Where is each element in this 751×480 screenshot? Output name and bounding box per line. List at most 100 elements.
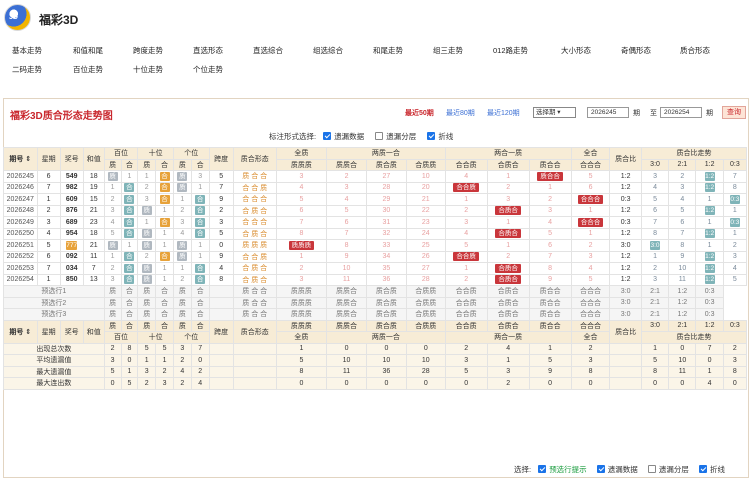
- nav-item[interactable]: 和尾走势: [373, 45, 403, 56]
- span-cell: 9: [208, 193, 234, 206]
- miss-cell: 1: [486, 170, 530, 183]
- subheader: 质合合: [528, 158, 572, 171]
- nav-item[interactable]: 质合形态: [680, 45, 710, 56]
- ratio-cell: 1:2: [609, 273, 642, 286]
- preselect-cell: 合质质: [405, 285, 446, 298]
- stat-cell: 10: [365, 354, 407, 367]
- hit-marker: 合: [124, 252, 135, 262]
- to-input[interactable]: 2026254: [660, 107, 702, 118]
- hit-marker: 合: [195, 263, 206, 273]
- subheader: 合质质: [405, 319, 446, 332]
- miss-cell: 2: [444, 204, 488, 217]
- nav-item[interactable]: 十位走势: [133, 64, 163, 75]
- opt-polyline[interactable]: 折线: [427, 132, 453, 141]
- subheader: 0:3: [722, 158, 748, 171]
- opt-missing-data[interactable]: 遗漏数据: [323, 132, 364, 141]
- miss-cell: 2: [528, 193, 572, 206]
- preselect-cell: 合: [120, 308, 139, 321]
- from-input[interactable]: 2026245: [587, 107, 629, 118]
- stats-row: 平均遗漏值 3 0 1 1 2 0 5 10 10 10 3 1 5 3 5 10 0 3: [3, 354, 748, 367]
- span-cell: 0: [208, 239, 234, 252]
- stat-cell: 5: [275, 354, 328, 367]
- nav-item[interactable]: 直选综合: [253, 45, 283, 56]
- pattern-cell: 合 合 质: [232, 181, 277, 194]
- nav-item[interactable]: 二码走势: [12, 64, 42, 75]
- query-button[interactable]: 查询: [722, 106, 746, 119]
- checkbox-icon[interactable]: [323, 132, 332, 140]
- trend-table: 期号 ⇕ 星期 奖号 和值 百位 十位 个位 跨度 质合形态 全质 两质一合 两合一质 全合 质合比 质合比…: [3, 147, 748, 390]
- miss-cell: 1: [172, 193, 192, 206]
- preselect-row[interactable]: 预选行1 质合质合质合质 合 合质质质 质质合 质合质 合质质 合合质 合质合 质合合 合合合 3…: [3, 285, 747, 298]
- two-comp-hit: 合质合: [486, 204, 530, 217]
- prime-cell: 质: [172, 250, 192, 263]
- nav-item[interactable]: 组选综合: [313, 45, 343, 56]
- nav-item[interactable]: 个位走势: [193, 64, 223, 75]
- miss-cell: 3: [326, 181, 367, 194]
- preselect-cell: 质质质: [275, 308, 328, 321]
- week-cell: 1: [36, 193, 61, 206]
- checkbox-icon[interactable]: [647, 465, 656, 473]
- hit-marker: 合: [124, 229, 135, 239]
- opt-missing-layer[interactable]: 遗漏分层: [375, 132, 416, 141]
- stat-cell: 4: [172, 365, 192, 378]
- preselect-cell: 质: [172, 308, 192, 321]
- miss-cell: 1: [486, 239, 530, 252]
- nav-item[interactable]: 跨度走势: [133, 45, 163, 56]
- preselect-row[interactable]: 预选行3 质合质合质合质 合 合质质质 质质合 质合质 合质质 合合质 合质合 质合合 合合合 3…: [3, 308, 747, 321]
- hit-marker: 合质合: [495, 275, 521, 285]
- opt-preselect-hint[interactable]: 预选行提示: [538, 465, 587, 474]
- preselect-cell: 质合质: [365, 296, 407, 309]
- stat-cell: 0: [326, 377, 367, 390]
- hit-marker: 质合合: [537, 171, 563, 181]
- nav-item[interactable]: 组三走势: [433, 45, 463, 56]
- opt-missing-data-2[interactable]: 遗漏数据: [596, 465, 638, 474]
- footer-header-row: 期号 ⇕ 星期 奖号 和值质合质合质合跨度 质合形态 质质质 质质合 质合质 合质质 合合质 合质合…: [3, 319, 748, 344]
- col-all-prime: 全质: [275, 331, 328, 344]
- nav-item[interactable]: 百位走势: [73, 64, 103, 75]
- miss-cell: 1: [155, 239, 174, 252]
- pattern-cell: 合 合 合: [232, 216, 277, 229]
- subheader: 质: [103, 319, 122, 332]
- nav-item[interactable]: 和值和尾: [73, 45, 103, 56]
- hit-marker: 合: [124, 183, 135, 193]
- recent-50-link[interactable]: 最近50期: [405, 108, 434, 118]
- miss-cell: 27: [365, 170, 407, 183]
- mark-options-label: 标注形式选择:: [269, 132, 317, 141]
- miss-cell: 1: [444, 193, 488, 206]
- miss-cell: 3: [190, 170, 210, 183]
- nav-item[interactable]: 基本走势: [12, 45, 42, 56]
- checkbox-icon[interactable]: [698, 465, 707, 473]
- hit-marker: 合: [124, 217, 135, 227]
- hit-marker: 质: [141, 275, 152, 285]
- checkbox-icon[interactable]: [538, 465, 547, 473]
- miss-cell: 1: [103, 181, 122, 194]
- checkbox-icon[interactable]: [596, 465, 605, 473]
- nav-item[interactable]: 直选形态: [193, 45, 223, 56]
- checkbox-icon[interactable]: [427, 132, 436, 140]
- col-two-prime: 两质一合: [326, 147, 446, 160]
- miss-cell: 3: [722, 250, 748, 263]
- stat-cell: 28: [405, 365, 446, 378]
- opt-polyline-2[interactable]: 折线: [698, 465, 725, 474]
- preselect-row[interactable]: 预选行2 质合质合质合质 合 合质质质 质质合 质合质 合质质 合合质 合质合 质合合 合合合 3…: [3, 296, 747, 309]
- recent-80-link[interactable]: 最近80期: [446, 108, 475, 118]
- miss-cell: 2: [668, 170, 697, 183]
- col-span: 跨度: [208, 319, 234, 344]
- two-comp-hit: 合质合: [486, 273, 530, 286]
- preselect-cell: 质: [137, 296, 157, 309]
- period-select[interactable]: 选择期 ▾: [533, 107, 576, 118]
- composite-cell: 合: [120, 273, 139, 286]
- stat-cell: 0: [570, 377, 611, 390]
- opt-missing-layer-2[interactable]: 遗漏分层: [647, 465, 689, 474]
- recent-120-link[interactable]: 最近120期: [487, 108, 520, 118]
- issue-cell: 2026254: [3, 273, 38, 286]
- miss-cell: 3: [640, 170, 670, 183]
- nav-item[interactable]: 012路走势: [493, 45, 528, 56]
- prime-cell: 质: [103, 239, 122, 252]
- miss-cell: 1: [695, 216, 724, 229]
- preselect-cell: 0:3: [695, 296, 724, 309]
- prime-cell: 质: [172, 239, 192, 252]
- nav-item[interactable]: 大小形态: [561, 45, 591, 56]
- checkbox-icon[interactable]: [375, 132, 384, 140]
- nav-item[interactable]: 奇偶形态: [621, 45, 651, 56]
